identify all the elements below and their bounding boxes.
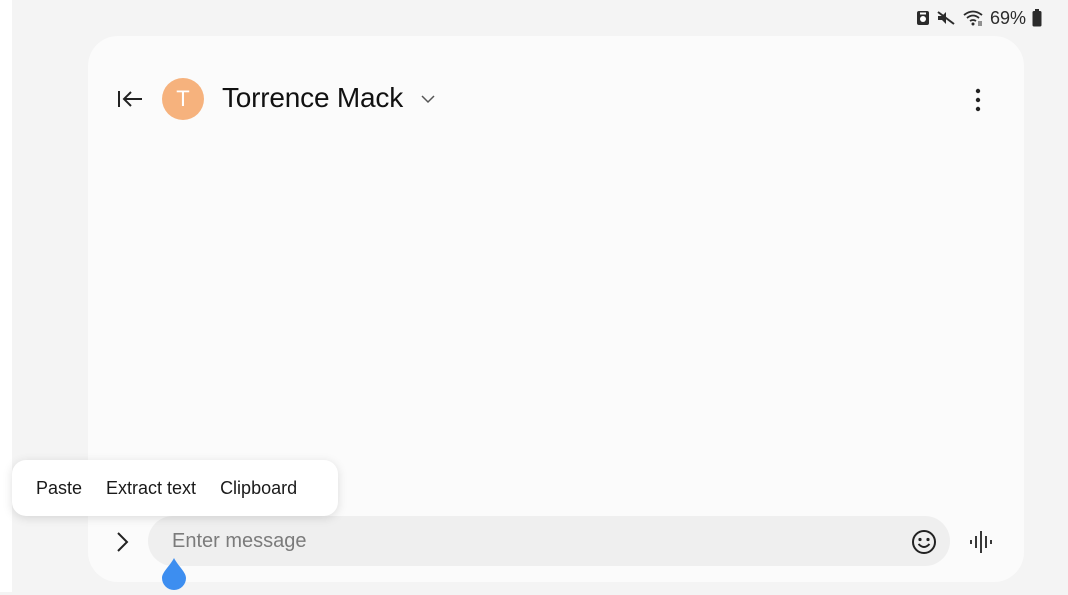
text-cursor-handle[interactable] <box>160 556 188 590</box>
screenshot-icon <box>916 10 930 26</box>
extract-text-menu-item[interactable]: Extract text <box>106 478 196 499</box>
chevron-right-icon <box>117 532 129 552</box>
message-composer <box>88 514 1024 570</box>
conversation-header: T Torrence Mack <box>88 36 1024 146</box>
more-options-button[interactable] <box>966 84 990 116</box>
contact-avatar[interactable]: T <box>162 78 204 120</box>
paste-menu-item[interactable]: Paste <box>36 478 82 499</box>
waveform-icon <box>970 531 992 553</box>
battery-icon <box>1032 9 1042 27</box>
more-vertical-icon <box>975 88 981 112</box>
mute-icon <box>936 10 956 26</box>
contact-name[interactable]: Torrence Mack <box>222 80 403 116</box>
chevron-down-icon[interactable] <box>420 92 436 104</box>
expand-button[interactable] <box>110 528 134 556</box>
message-input[interactable] <box>172 516 872 566</box>
battery-percent: 69% <box>989 7 1026 28</box>
back-button[interactable] <box>114 86 146 112</box>
clipboard-menu-item[interactable]: Clipboard <box>220 478 297 499</box>
collapse-left-icon <box>118 91 142 107</box>
status-bar: 69% <box>916 6 1042 30</box>
voice-record-button[interactable] <box>966 528 998 556</box>
emoji-icon <box>912 530 936 554</box>
left-edge <box>0 0 12 592</box>
wifi-icon <box>962 9 984 27</box>
text-selection-menu: Paste Extract text Clipboard <box>12 460 338 516</box>
message-field[interactable] <box>148 516 950 566</box>
emoji-button[interactable] <box>910 528 938 556</box>
